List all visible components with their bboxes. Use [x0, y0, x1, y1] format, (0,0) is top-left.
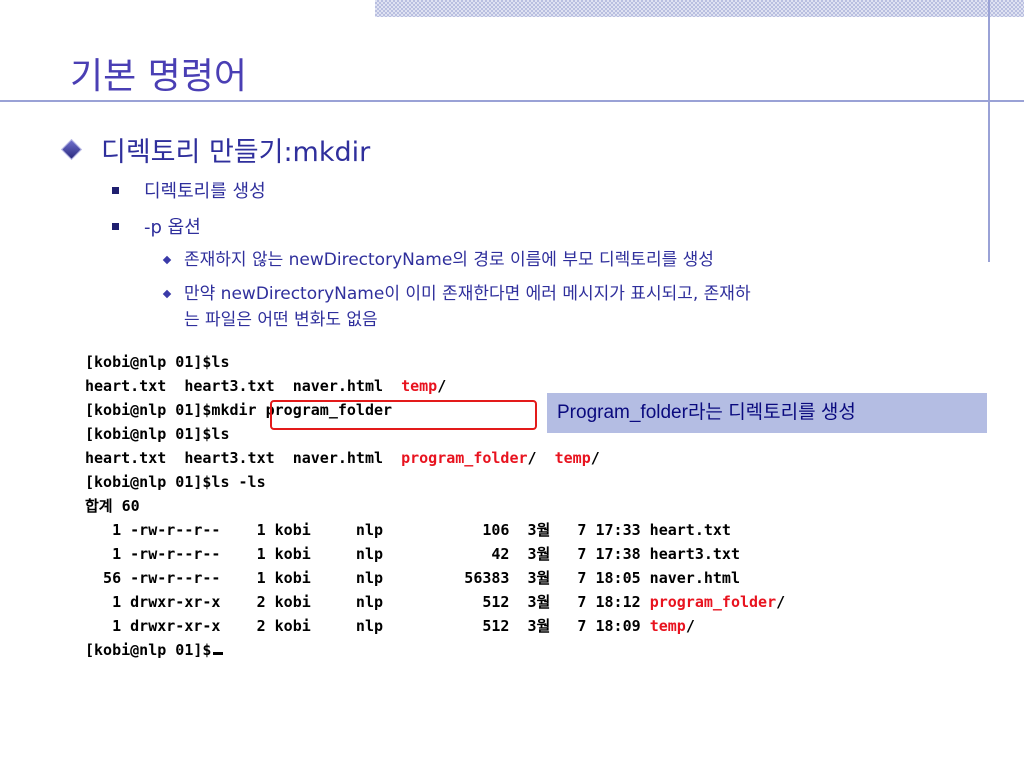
small-diamond-bullet-icon [162, 289, 172, 299]
terminal-line: 1 drwxr-xr-x 2 kobi nlp 512 3월 7 18:09 t… [85, 617, 695, 635]
terminal-line: [kobi@nlp 01]$ [85, 638, 224, 662]
subsub-bullet-parents: 존재하지 않는 newDirectoryName의 경로 이름에 부모 디렉토리… [162, 247, 964, 273]
terminal-line: 합계 60 [85, 497, 140, 515]
small-diamond-bullet-icon [162, 255, 172, 265]
callout-label: Program_folder라는 디렉토리를 생성 [547, 393, 987, 433]
bullet-mkdir-text: 디렉토리 만들기:mkdir [101, 137, 371, 168]
terminal-line: heart.txt heart3.txt naver.html program_… [85, 449, 600, 467]
terminal-line: [kobi@nlp 01]$ls [85, 353, 230, 371]
terminal-line: heart.txt heart3.txt naver.html temp/ [85, 377, 447, 395]
title-underline [0, 100, 1024, 102]
sub-bullet-create: 디렉토리를 생성 [112, 177, 266, 203]
bullet-mkdir: 디렉토리 만들기:mkdir [60, 130, 370, 169]
terminal-line: 1 -rw-r--r-- 1 kobi nlp 42 3월 7 17:38 he… [85, 545, 740, 563]
subsub-bullet-exists-text: 만약 newDirectoryName이 이미 존재한다면 에러 메시지가 표시… [184, 284, 751, 330]
sub-bullet-p-option: -p 옵션 [112, 213, 201, 239]
terminal-line: [kobi@nlp 01]$ls [85, 425, 230, 443]
square-bullet-icon [112, 222, 119, 230]
subsub-bullet-parents-text: 존재하지 않는 newDirectoryName의 경로 이름에 부모 디렉토리… [184, 250, 714, 270]
terminal-line: 56 -rw-r--r-- 1 kobi nlp 56383 3월 7 18:0… [85, 569, 740, 587]
sub-bullet-create-text: 디렉토리를 생성 [144, 181, 266, 202]
terminal-cursor [213, 652, 224, 655]
sub-bullet-p-option-text: -p 옵션 [144, 217, 201, 238]
square-bullet-icon [112, 186, 119, 194]
terminal-line: 1 drwxr-xr-x 2 kobi nlp 512 3월 7 18:12 p… [85, 593, 786, 611]
mkdir-highlight-box [270, 400, 537, 430]
diamond-bullet-icon [60, 138, 83, 161]
terminal-line: [kobi@nlp 01]$ls -ls [85, 473, 266, 491]
subsub-bullet-exists: 만약 newDirectoryName이 이미 존재한다면 에러 메시지가 표시… [162, 281, 964, 333]
terminal-line: 1 -rw-r--r-- 1 kobi nlp 106 3월 7 17:33 h… [85, 521, 731, 539]
slide-title: 기본 명령어 [70, 56, 248, 97]
decor-vertical-line [988, 0, 990, 262]
header-pattern [375, 0, 1024, 17]
